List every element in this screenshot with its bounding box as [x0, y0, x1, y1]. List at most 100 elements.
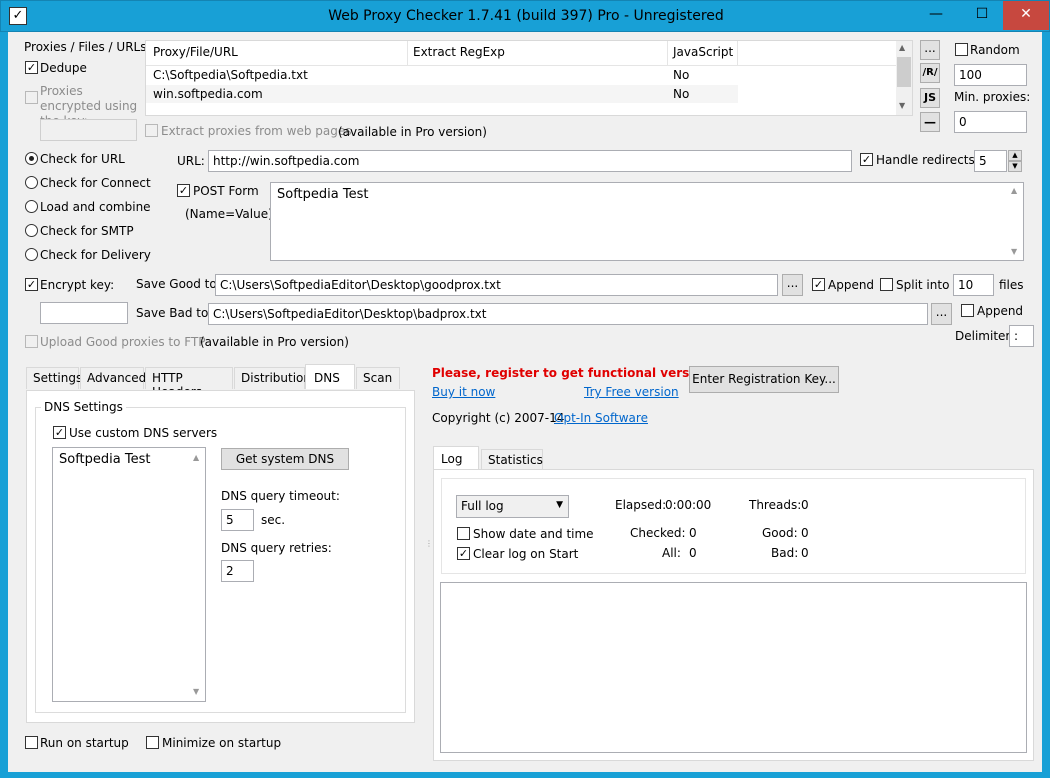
split-label: Split into	[896, 278, 950, 292]
col-header-js[interactable]: JavaScript	[673, 45, 733, 59]
append-bad-checkbox[interactable]	[961, 304, 974, 317]
proxy-table[interactable]: Proxy/File/URL Extract RegExp JavaScript…	[145, 40, 913, 116]
redirects-up-button[interactable]: ▲	[1008, 150, 1022, 161]
dns-servers-list[interactable]: Softpedia Test	[52, 447, 206, 702]
table-scrollbar[interactable]: ▲ ▼	[896, 41, 912, 115]
splitter-handle[interactable]: ⋮	[425, 540, 433, 570]
maximize-button[interactable]: ☐	[959, 1, 1005, 30]
random-count-input[interactable]: 100	[954, 64, 1027, 86]
minimize-on-startup-checkbox[interactable]	[146, 736, 159, 749]
mode-url-radio[interactable]	[25, 152, 38, 165]
min-proxies-input[interactable]: 0	[954, 111, 1027, 133]
save-bad-browse-button[interactable]: ...	[931, 303, 952, 325]
clear-log-checkbox[interactable]: ✓	[457, 547, 470, 560]
show-date-checkbox[interactable]	[457, 527, 470, 540]
url-input[interactable]: http://win.softpedia.com	[208, 150, 852, 172]
redirects-input[interactable]: 5	[974, 150, 1007, 172]
checked-label: Checked:	[630, 526, 686, 540]
try-free-link[interactable]: Try Free version	[584, 385, 679, 399]
encrypted-key-input[interactable]	[40, 119, 137, 141]
extract-checkbox[interactable]	[145, 124, 158, 137]
browse-proxies-button[interactable]: ...	[920, 40, 940, 60]
list-item[interactable]: Softpedia Test	[59, 452, 150, 467]
mode-url-label: Check for URL	[40, 152, 125, 166]
settings-tabs: Settings Advanced HTTP Headers Distribut…	[26, 364, 416, 399]
encrypt-key-label: Encrypt key:	[40, 278, 115, 292]
col-header-regexp[interactable]: Extract RegExp	[413, 45, 505, 59]
table-row[interactable]: C:\Softpedia\Softpedia.txt	[153, 68, 308, 82]
post-form-sublabel: (Name=Value)	[185, 207, 273, 221]
random-checkbox[interactable]	[955, 43, 968, 56]
remove-button[interactable]: —	[920, 112, 940, 132]
minimize-on-startup-label: Minimize on startup	[162, 736, 282, 750]
col-header-url[interactable]: Proxy/File/URL	[153, 45, 238, 59]
save-good-label: Save Good to:	[136, 277, 221, 291]
log-output[interactable]	[440, 582, 1027, 753]
tab-settings[interactable]: Settings	[26, 367, 82, 389]
save-bad-input[interactable]: C:\Users\SoftpediaEditor\Desktop\badprox…	[208, 303, 928, 325]
log-mode-select[interactable]: Full log ▼	[456, 495, 569, 518]
log-mode-value: Full log	[461, 499, 504, 513]
proxies-label: Proxies / Files / URLs:	[24, 40, 151, 54]
min-proxies-label: Min. proxies:	[954, 90, 1031, 104]
redirects-down-button[interactable]: ▼	[1008, 161, 1022, 172]
delimiter-input[interactable]: :	[1009, 325, 1034, 347]
extract-label: Extract proxies from web pages	[161, 124, 352, 138]
tab-statistics[interactable]: Statistics	[481, 449, 543, 471]
mode-combine-radio[interactable]	[25, 200, 38, 213]
all-label: All:	[662, 546, 681, 560]
threads-value: 0	[801, 498, 809, 512]
enter-key-button[interactable]: Enter Registration Key...	[689, 366, 839, 393]
tab-log[interactable]: Log	[433, 446, 479, 471]
append-bad-label: Append	[977, 304, 1024, 318]
save-good-browse-button[interactable]: ...	[782, 274, 803, 296]
js-button[interactable]: JS	[920, 88, 940, 108]
append-good-checkbox[interactable]: ✓	[812, 278, 825, 291]
post-form-textarea[interactable]: Softpedia Test	[270, 182, 1024, 261]
encrypt-key-input[interactable]	[40, 302, 128, 324]
handle-redirects-checkbox[interactable]: ✓	[860, 153, 873, 166]
table-cell-js[interactable]: No	[673, 87, 689, 101]
get-system-dns-button[interactable]: Get system DNS	[221, 448, 349, 470]
dedupe-checkbox[interactable]: ✓	[25, 61, 38, 74]
log-tabs: Log Statistics	[433, 446, 593, 471]
append-good-label: Append	[828, 278, 875, 292]
tab-scan[interactable]: Scan	[356, 367, 400, 389]
minimize-button[interactable]: —	[913, 1, 959, 30]
tab-dns[interactable]: DNS	[305, 364, 355, 389]
dns-timeout-input[interactable]: 5	[221, 509, 254, 531]
close-button[interactable]: ✕	[1003, 1, 1049, 30]
dns-timeout-label: DNS query timeout:	[221, 489, 340, 503]
regexp-button[interactable]: /R/	[920, 63, 940, 83]
use-custom-dns-checkbox[interactable]: ✓	[53, 426, 66, 439]
table-cell-js[interactable]: No	[673, 68, 689, 82]
title-bar: ✓ Web Proxy Checker 1.7.41 (build 397) P…	[0, 0, 1050, 32]
tab-distribution[interactable]: Distribution	[234, 367, 311, 389]
company-link[interactable]: Opt-In Software	[554, 411, 648, 425]
dns-timeout-unit: sec.	[261, 513, 286, 527]
ftp-checkbox[interactable]	[25, 335, 38, 348]
split-count-input[interactable]: 10	[953, 274, 994, 296]
buy-link[interactable]: Buy it now	[432, 385, 495, 399]
save-good-input[interactable]: C:\Users\SoftpediaEditor\Desktop\goodpro…	[215, 274, 778, 296]
use-custom-dns-label: Use custom DNS servers	[69, 426, 218, 440]
table-row[interactable]: win.softpedia.com	[153, 87, 263, 101]
mode-connect-label: Check for Connect	[40, 176, 151, 190]
run-on-startup-checkbox[interactable]	[25, 736, 38, 749]
dns-retries-input[interactable]: 2	[221, 560, 254, 582]
tab-http-headers[interactable]: HTTP Headers	[145, 367, 233, 399]
mode-combine-label: Load and combine	[40, 200, 151, 214]
encrypt-key-checkbox[interactable]: ✓	[25, 278, 38, 291]
elapsed-value: 0:00:00	[665, 498, 712, 512]
mode-smtp-radio[interactable]	[25, 224, 38, 237]
post-form-checkbox[interactable]: ✓	[177, 184, 190, 197]
mode-delivery-label: Check for Delivery	[40, 248, 151, 262]
encrypted-checkbox[interactable]	[25, 91, 38, 104]
tab-advanced[interactable]: Advanced	[80, 367, 146, 389]
window-frame-left	[0, 32, 8, 778]
post-form-label: POST Form	[193, 184, 259, 198]
elapsed-label: Elapsed:	[615, 498, 667, 512]
mode-connect-radio[interactable]	[25, 176, 38, 189]
split-checkbox[interactable]	[880, 278, 893, 291]
mode-delivery-radio[interactable]	[25, 248, 38, 261]
